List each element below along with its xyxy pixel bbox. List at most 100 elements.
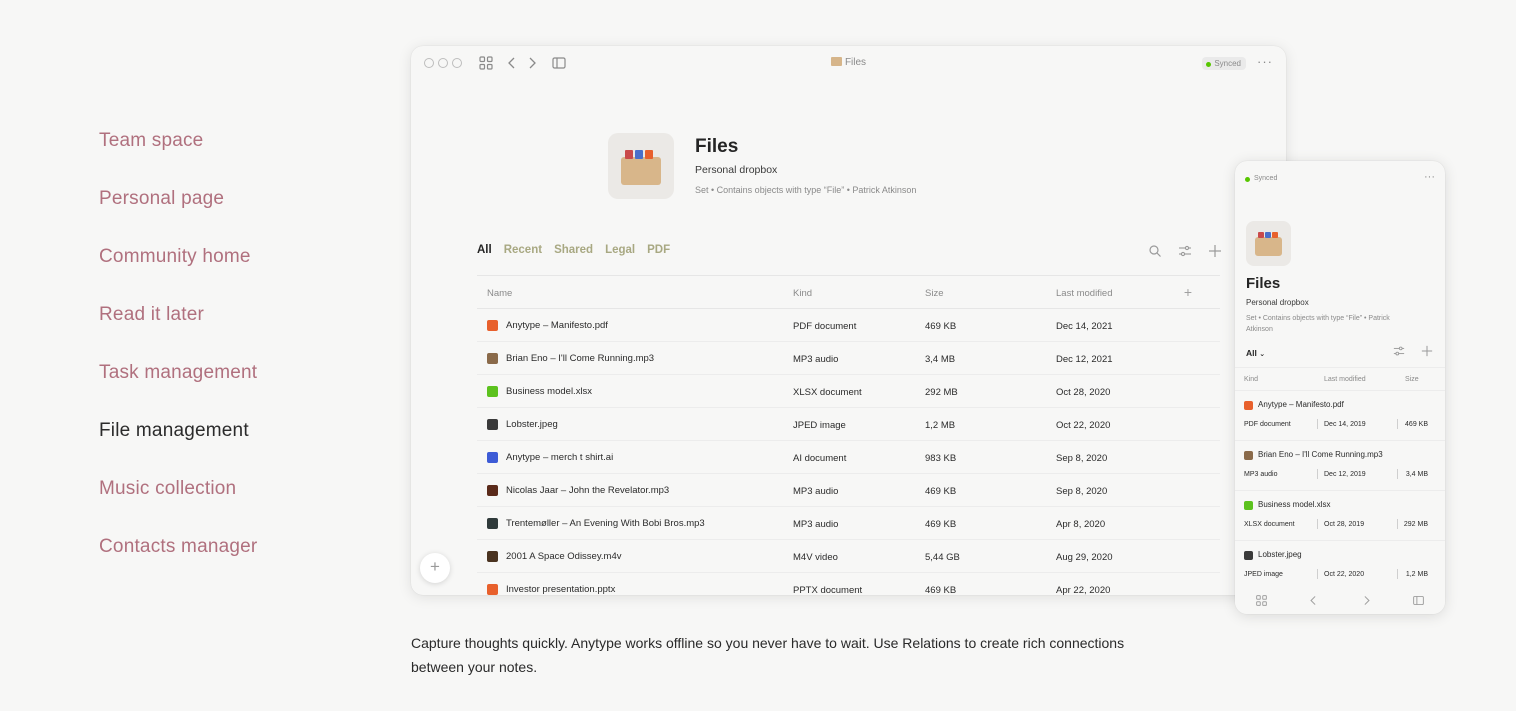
column-size[interactable]: Size [925,288,943,299]
column-divider [1397,419,1398,429]
table-row[interactable]: Brian Eno – I'll Come Running.mp3 MP3 aud… [477,342,1220,375]
menu-item-personal-page[interactable]: Personal page [99,170,257,228]
feature-caption: Capture thoughts quickly. Anytype works … [411,635,1125,675]
filter-settings-icon[interactable] [1178,244,1192,258]
file-name[interactable]: Business model.xlsx [506,386,592,397]
table-row[interactable]: Nicolas Jaar – John the Revelator.mp3 MP3… [477,474,1220,507]
mobile-list-item[interactable]: Business model.xlsx XLSX document Oct 28, … [1235,491,1445,541]
file-name[interactable]: Nicolas Jaar – John the Revelator.mp3 [506,485,669,496]
tab-shared[interactable]: Shared [554,244,593,256]
table-row[interactable]: Business model.xlsx XLSX document 292 MB Oc… [477,375,1220,408]
mobile-view-toolbar [1393,345,1433,357]
file-kind: XLSX document [1244,521,1295,528]
add-icon[interactable] [1421,345,1433,357]
mobile-view-label: All [1246,348,1257,358]
titlebar: Files Synced ··· [411,46,1286,80]
search-icon[interactable] [1148,244,1162,258]
table-row[interactable]: Anytype – merch t shirt.ai AI document 983… [477,441,1220,474]
file-name[interactable]: Anytype – Manifesto.pdf [506,320,608,331]
file-size: 292 MB [1403,521,1428,528]
file-name[interactable]: Brian Eno – I'll Come Running.mp3 [1258,450,1383,459]
add-icon[interactable] [1208,244,1222,258]
file-name[interactable]: Investor presentation.pptx [506,584,615,595]
tab-all[interactable]: All [477,244,492,256]
mobile-set-title[interactable]: Files [1246,275,1280,292]
file-last-modified: Dec 14, 2021 [1056,321,1113,332]
file-last-modified: Oct 28, 2019 [1324,521,1365,528]
column-last-modified[interactable]: Last modified [1056,288,1113,299]
mobile-more-options-icon[interactable]: ··· [1424,171,1435,183]
file-name[interactable]: Anytype – merch t shirt.ai [506,452,613,463]
menu-item-music-collection[interactable]: Music collection [99,460,257,518]
mobile-view-selector[interactable]: All ⌄ [1246,348,1265,358]
file-last-modified: Sep 8, 2020 [1056,453,1108,464]
more-options-icon[interactable]: ··· [1257,54,1273,69]
tab-pdf[interactable]: PDF [647,244,670,256]
add-object-button[interactable]: + [420,553,450,583]
mobile-list-item[interactable]: Brian Eno – I'll Come Running.mp3 MP3 aud… [1235,441,1445,491]
mobile-set-description[interactable]: Personal dropbox [1246,298,1309,307]
table-row[interactable]: Trentemøller – An Evening With Bobi Bros… [477,507,1220,540]
grid-icon[interactable] [1255,594,1268,607]
sidebar-toggle-icon[interactable] [1412,594,1425,607]
file-size: 469 KB [925,585,957,595]
file-type-icon [487,386,498,397]
menu-item-file-management[interactable]: File management [99,402,257,460]
mobile-list-item[interactable]: Lobster.jpeg JPED image Oct 22, 2020 1,2 MB [1235,541,1445,591]
menu-item-community-home[interactable]: Community home [99,228,257,286]
set-description[interactable]: Personal dropbox [695,164,777,176]
column-divider [1317,519,1318,529]
forward-arrow-icon[interactable] [1360,594,1373,607]
menu-item-team-space[interactable]: Team space [99,112,257,170]
mobile-column-kind[interactable]: Kind [1244,376,1258,383]
column-kind[interactable]: Kind [793,288,812,299]
menu-item-task-management[interactable]: Task management [99,344,257,402]
file-last-modified: Dec 12, 2021 [1056,354,1113,365]
file-name[interactable]: Trentemøller – An Evening With Bobi Bros… [506,518,705,529]
file-kind: JPED image [793,420,846,431]
file-last-modified: Oct 22, 2020 [1324,571,1365,578]
add-column-icon[interactable]: + [1184,284,1192,300]
column-divider [1397,519,1398,529]
file-last-modified: Sep 8, 2020 [1056,486,1108,497]
file-name[interactable]: Lobster.jpeg [1258,550,1302,559]
file-type-icon [1244,451,1253,460]
menu-item-read-it-later[interactable]: Read it later [99,286,257,344]
file-size: 469 KB [925,486,957,497]
file-kind: M4V video [793,552,838,563]
mobile-sync-status: Synced [1245,175,1277,182]
file-name[interactable]: Business model.xlsx [1258,500,1330,509]
mobile-column-size[interactable]: Size [1405,376,1419,383]
file-kind: PDF document [1244,421,1291,428]
column-name[interactable]: Name [487,288,512,299]
mobile-column-last-modified[interactable]: Last modified [1324,376,1366,383]
table-row[interactable]: 2001 A Space Odissey.m4v M4V video 5,44 GB… [477,540,1220,573]
table-row[interactable]: Lobster.jpeg JPED image 1,2 MB Oct 22, 2020 [477,408,1220,441]
back-arrow-icon[interactable] [1307,594,1320,607]
file-name[interactable]: Lobster.jpeg [506,419,558,430]
file-kind: MP3 audio [793,354,839,365]
tab-recent[interactable]: Recent [504,244,542,256]
window-title-text: Files [844,57,867,68]
mobile-table-header: Kind Last modified Size [1235,367,1445,391]
window-title: Files [411,57,1286,68]
file-name[interactable]: 2001 A Space Odissey.m4v [506,551,621,562]
file-last-modified: Aug 29, 2020 [1056,552,1113,563]
mobile-bottom-bar [1235,586,1445,614]
file-size: 5,44 GB [925,552,960,563]
mobile-list-item[interactable]: Anytype – Manifesto.pdf PDF document Dec 1… [1235,391,1445,441]
table-row[interactable]: Anytype – Manifesto.pdf PDF document 469 K… [477,309,1220,342]
file-type-icon [487,320,498,331]
set-title[interactable]: Files [695,136,738,158]
tab-legal[interactable]: Legal [605,244,635,256]
mobile-set-meta: Set • Contains objects with type “File” … [1246,315,1390,333]
file-name[interactable]: Anytype – Manifesto.pdf [1258,400,1344,409]
file-name[interactable]: Brian Eno – I'll Come Running.mp3 [506,353,654,364]
table-row[interactable]: Investor presentation.pptx PPTX document 4… [477,573,1220,595]
file-kind: AI document [793,453,847,464]
menu-item-contacts-manager[interactable]: Contacts manager [99,518,257,576]
filter-settings-icon[interactable] [1393,345,1405,357]
file-type-icon [487,551,498,562]
file-last-modified: Oct 28, 2020 [1056,387,1111,398]
file-type-icon [1244,401,1253,410]
